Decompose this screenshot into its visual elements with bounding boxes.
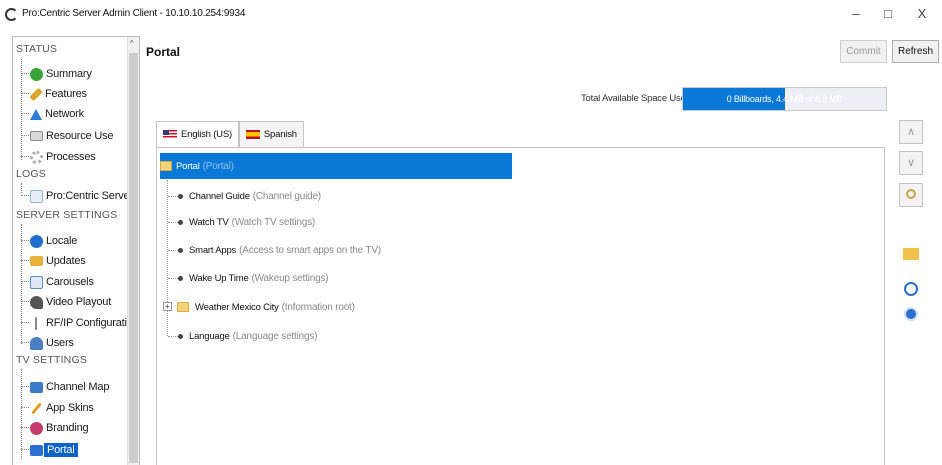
maximize-button[interactable]: □ — [876, 4, 900, 24]
sidebar-item-network[interactable]: Network — [21, 105, 84, 123]
us-flag-icon — [163, 130, 177, 139]
tv-icon — [30, 381, 43, 393]
tree-node-name: Weather Mexico City — [195, 301, 279, 313]
tree-node-name: Watch TV — [189, 216, 229, 228]
sidebar-item-portal[interactable]: Portal — [21, 441, 78, 459]
bullet-icon — [178, 333, 183, 339]
portal-icon — [30, 444, 43, 456]
tree-node-weather-mexico-city[interactable]: Weather Mexico City (Information root) — [177, 297, 355, 317]
search-icon — [906, 189, 916, 199]
search-button[interactable] — [899, 183, 923, 207]
users-icon — [30, 336, 43, 350]
bullet-icon — [178, 193, 183, 199]
section-tv-settings: TV SETTINGS — [16, 354, 88, 366]
tree-node-smart-apps[interactable]: Smart Apps (Access to smart apps on the … — [178, 240, 381, 260]
sidebar-item-app-skins[interactable]: App Skins — [21, 399, 94, 417]
tree-node-description: (Channel guide) — [252, 190, 321, 202]
bullet-icon — [178, 275, 183, 281]
folder-icon — [177, 302, 189, 312]
history-button[interactable] — [899, 277, 923, 301]
tree-node-language[interactable]: Language (Language settings) — [178, 326, 317, 346]
sidebar-item-rfip-configuration[interactable]: RF/IP Configuration — [21, 314, 139, 332]
tree-node-description: (Information root) — [281, 301, 355, 313]
folder-icon — [160, 161, 172, 171]
minimize-button[interactable]: – — [844, 4, 868, 24]
sidebar-item-users[interactable]: Users — [21, 334, 74, 352]
tree-node-name: Channel Guide — [189, 190, 250, 202]
add-folder-button[interactable] — [899, 242, 923, 266]
commit-button[interactable]: Commit — [840, 40, 887, 63]
section-server-settings: SERVER SETTINGS — [16, 209, 118, 221]
key-icon — [29, 87, 43, 101]
folder-icon — [903, 248, 919, 260]
tree-node-description: (Access to smart apps on the TV) — [239, 244, 381, 256]
tree-node-portal[interactable]: Portal (Portal) — [160, 153, 512, 179]
tab-label: Spanish — [263, 129, 297, 140]
tree-node-channel-guide[interactable]: Channel Guide (Channel guide) — [178, 186, 321, 206]
app-logo-icon — [5, 8, 18, 21]
space-used-progress-bar: 0 Billboards, 4.4 MB of 8.8 MB — [682, 87, 887, 111]
tree-node-wake-up-time[interactable]: Wake Up Time (Wakeup settings) — [178, 268, 329, 288]
tab-spanish[interactable]: Spanish — [238, 121, 304, 147]
scroll-up-arrow-icon[interactable]: ^ — [130, 39, 134, 48]
tree-node-watch-tv[interactable]: Watch TV (Watch TV settings) — [178, 212, 315, 232]
monitor-icon — [30, 131, 43, 141]
sidebar-item-channel-map[interactable]: Channel Map — [21, 378, 109, 396]
space-used-text: 0 Billboards, 4.4 MB of 8.8 MB — [726, 94, 843, 104]
wand-icon — [31, 402, 42, 414]
spain-flag-icon — [245, 130, 260, 139]
sidebar-scrollbar[interactable]: ^ — [127, 37, 139, 465]
sidebar-item-updates[interactable]: Updates — [21, 252, 86, 270]
gear-icon — [30, 150, 43, 164]
tree-node-name: Language — [189, 330, 230, 342]
sidebar-item-resource-use[interactable]: Resource Use — [21, 127, 113, 145]
satellite-icon — [30, 295, 43, 309]
check-icon — [30, 67, 43, 81]
refresh-button[interactable]: Refresh — [892, 40, 939, 63]
antenna-icon — [35, 316, 37, 330]
tab-english-us[interactable]: English (US) — [156, 121, 239, 147]
log-icon — [30, 189, 43, 203]
title-bar: Pro:Centric Server Admin Client - 10.10.… — [0, 0, 942, 30]
bullet-icon — [178, 219, 183, 225]
page-title: Portal — [146, 45, 181, 59]
sidebar-scroll-thumb[interactable] — [129, 53, 138, 463]
portal-tree-panel: Portal (Portal) Channel Guide (Channel g… — [156, 147, 885, 465]
tree-node-description: (Wakeup settings) — [251, 272, 329, 284]
move-up-button[interactable]: ∧ — [899, 120, 923, 144]
tree-node-description: (Portal) — [202, 160, 234, 172]
tab-label: English (US) — [181, 129, 232, 140]
window-title: Pro:Centric Server Admin Client - 10.10.… — [22, 8, 246, 19]
tree-node-name: Wake Up Time — [189, 272, 249, 284]
sidebar-item-features[interactable]: Features — [21, 85, 87, 103]
language-tabs: English (US) Spanish — [156, 121, 304, 147]
navigation-sidebar: STATUS Summary Features Network Resource… — [12, 36, 140, 465]
section-logs: LOGS — [16, 168, 46, 180]
space-used-label: Total Available Space Used — [581, 93, 691, 104]
tree-node-name: Smart Apps — [189, 244, 237, 256]
tree-node-description: (Watch TV settings) — [231, 216, 316, 228]
clock-icon — [904, 282, 918, 296]
move-down-button[interactable]: ∨ — [899, 151, 923, 175]
sidebar-item-locale[interactable]: Locale — [21, 232, 77, 250]
bullet-icon — [178, 247, 183, 253]
sidebar-item-procentric-server[interactable]: Pro:Centric Server — [21, 187, 133, 205]
section-status: STATUS — [16, 43, 58, 55]
folder-icon — [30, 256, 43, 266]
sidebar-item-processes[interactable]: Processes — [21, 148, 96, 166]
sidebar-item-summary[interactable]: Summary — [21, 65, 92, 83]
branding-icon — [30, 421, 43, 435]
globe-icon — [30, 234, 43, 248]
expand-toggle-icon[interactable]: + — [163, 302, 172, 311]
sidebar-item-branding[interactable]: Branding — [21, 419, 89, 437]
sidebar-item-video-playout[interactable]: Video Playout — [21, 293, 111, 311]
tree-node-description: (Language settings) — [232, 330, 318, 342]
network-icon — [30, 108, 42, 120]
carousel-icon — [30, 275, 43, 289]
close-button[interactable]: X — [910, 4, 934, 24]
sidebar-item-carousels[interactable]: Carousels — [21, 273, 94, 291]
globe-icon — [904, 307, 918, 321]
tree-node-name: Portal — [176, 160, 200, 172]
globe-button[interactable] — [899, 302, 923, 326]
